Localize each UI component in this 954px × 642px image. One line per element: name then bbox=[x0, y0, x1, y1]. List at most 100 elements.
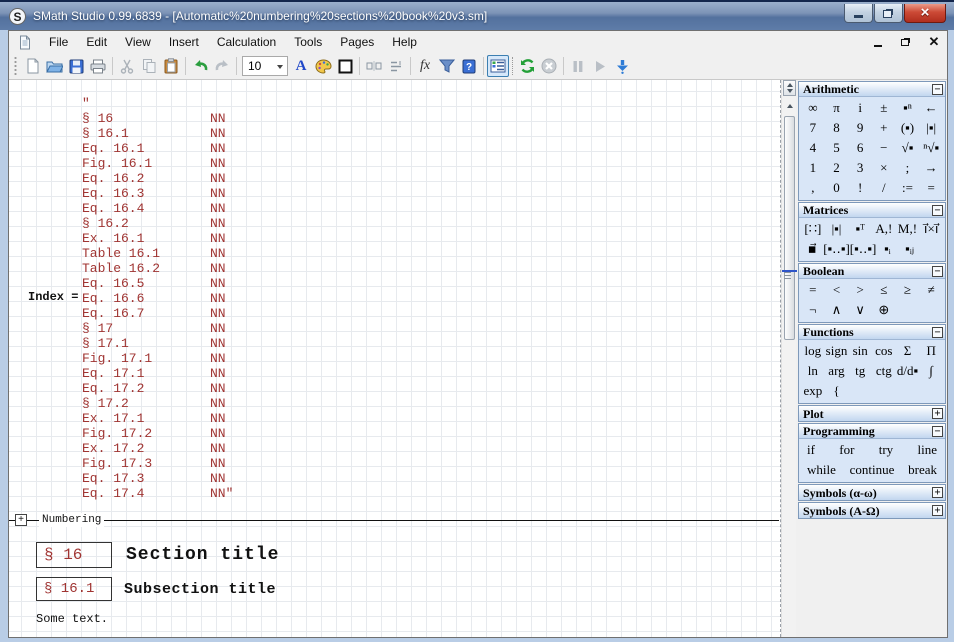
text-region-button[interactable] bbox=[363, 55, 385, 77]
palette-item-0[interactable]: 0 bbox=[825, 180, 849, 196]
expand-icon[interactable]: + bbox=[932, 505, 943, 516]
palette-item-break[interactable]: break bbox=[908, 462, 937, 478]
panel-header-symbols-a[interactable]: Symbols (A-Ω)+ bbox=[799, 503, 945, 518]
scrollbar-thumb[interactable] bbox=[784, 116, 795, 340]
menu-item-help[interactable]: Help bbox=[383, 32, 426, 52]
insert-function-button[interactable]: fx bbox=[414, 55, 436, 77]
palette-item-[interactable]: [▪‥▪] bbox=[850, 241, 877, 257]
font-size-combo[interactable]: 10 bbox=[242, 56, 288, 76]
palette-item-[interactable]: ⊕ bbox=[872, 302, 896, 318]
palette-item-[interactable]: Σ bbox=[896, 343, 920, 359]
scrollbar-split-handle[interactable] bbox=[783, 80, 796, 96]
menu-item-pages[interactable]: Pages bbox=[331, 32, 383, 52]
recalculate-button[interactable] bbox=[516, 55, 538, 77]
palette-item-[interactable]: π bbox=[825, 100, 849, 116]
panel-header-symbols[interactable]: Symbols (α-ω)+ bbox=[799, 485, 945, 500]
save-button[interactable] bbox=[65, 55, 87, 77]
palette-item-[interactable]: [▪‥▪] bbox=[823, 241, 850, 257]
palette-item-7[interactable]: 7 bbox=[801, 120, 825, 136]
menu-item-edit[interactable]: Edit bbox=[77, 32, 116, 52]
palette-item-4[interactable]: 4 bbox=[801, 140, 825, 156]
align-button[interactable] bbox=[385, 55, 407, 77]
play-button[interactable] bbox=[589, 55, 611, 77]
border-button[interactable] bbox=[334, 55, 356, 77]
panel-header-matrices[interactable]: Matrices− bbox=[799, 203, 945, 218]
palette-item-[interactable]: ▪ᵀ bbox=[848, 221, 872, 237]
show-panels-button[interactable] bbox=[487, 55, 509, 77]
print-button[interactable] bbox=[87, 55, 109, 77]
menu-item-view[interactable]: View bbox=[116, 32, 160, 52]
copy-button[interactable] bbox=[138, 55, 160, 77]
palette-item-m[interactable]: M,! bbox=[896, 221, 920, 237]
palette-item-[interactable]: ± bbox=[872, 100, 896, 116]
palette-item-[interactable]: |▪| bbox=[825, 221, 849, 237]
palette-item-[interactable]: × bbox=[872, 160, 896, 176]
palette-item-sign[interactable]: sign bbox=[825, 343, 849, 359]
palette-item-5[interactable]: 5 bbox=[825, 140, 849, 156]
palette-item-[interactable]: ¬ bbox=[801, 302, 825, 318]
palette-item-[interactable]: ı⃗×ı⃗ bbox=[919, 221, 943, 237]
palette-item-[interactable]: < bbox=[825, 282, 849, 298]
panel-header-functions[interactable]: Functions− bbox=[799, 325, 945, 340]
subsection-number-box[interactable]: § 16.1 bbox=[36, 577, 112, 601]
pause-button[interactable] bbox=[567, 55, 589, 77]
palette-item-log[interactable]: log bbox=[801, 343, 825, 359]
index-string-region[interactable]: "§ 16NN§ 16.1NNEq. 16.1NNFig. 16.1NNEq. … bbox=[82, 96, 233, 501]
palette-item-[interactable]: , bbox=[801, 180, 825, 196]
palette-item-[interactable]: ▪ⁿ bbox=[896, 100, 920, 116]
step-button[interactable] bbox=[611, 55, 633, 77]
toolbar-grip[interactable] bbox=[13, 57, 18, 75]
palette-item-[interactable]: ∞ bbox=[801, 100, 825, 116]
palette-item-for[interactable]: for bbox=[839, 442, 854, 458]
palette-item-d-d[interactable]: d/d▪ bbox=[896, 363, 920, 379]
palette-item-try[interactable]: try bbox=[879, 442, 893, 458]
palette-item-[interactable]: Π bbox=[919, 343, 943, 359]
palette-item-[interactable]: ∨ bbox=[848, 302, 872, 318]
palette-item-[interactable]: ! bbox=[848, 180, 872, 196]
vertical-scrollbar[interactable] bbox=[781, 80, 796, 637]
titlebar[interactable]: S SMath Studio 0.99.6839 - [Automatic%20… bbox=[0, 0, 954, 30]
palette-item-ln[interactable]: ln bbox=[801, 363, 825, 379]
palette-item-cos[interactable]: cos bbox=[872, 343, 896, 359]
expand-icon[interactable]: + bbox=[932, 408, 943, 419]
collapse-icon[interactable]: − bbox=[932, 327, 943, 338]
paste-button[interactable] bbox=[160, 55, 182, 77]
palette-item-[interactable]: ∫ bbox=[919, 363, 943, 379]
worksheet-canvas[interactable]: Index = "§ 16NN§ 16.1NNEq. 16.1NNFig. 16… bbox=[9, 80, 781, 637]
palette-item-line[interactable]: line bbox=[917, 442, 937, 458]
palette-item-[interactable]: = bbox=[801, 282, 825, 298]
palette-item-[interactable]: ▪ᵢ bbox=[876, 241, 898, 257]
scroll-up-button[interactable] bbox=[784, 100, 795, 112]
panel-header-plot[interactable]: Plot+ bbox=[799, 406, 945, 421]
palette-item-[interactable]: ⁿ√▪ bbox=[919, 140, 943, 156]
palette-item-[interactable]: { bbox=[825, 383, 849, 399]
palette-item-exp[interactable]: exp bbox=[801, 383, 825, 399]
palette-item-a[interactable]: A,! bbox=[872, 221, 896, 237]
palette-item-arg[interactable]: arg bbox=[825, 363, 849, 379]
palette-item-[interactable]: |▪| bbox=[919, 120, 943, 136]
expand-icon[interactable]: + bbox=[932, 487, 943, 498]
menu-item-insert[interactable]: Insert bbox=[160, 32, 208, 52]
palette-item-1[interactable]: 1 bbox=[801, 160, 825, 176]
collapse-icon[interactable]: − bbox=[932, 84, 943, 95]
palette-item-ctg[interactable]: ctg bbox=[872, 363, 896, 379]
filter-button[interactable] bbox=[436, 55, 458, 77]
palette-item-[interactable]: / bbox=[872, 180, 896, 196]
palette-item-[interactable]: ≠ bbox=[919, 282, 943, 298]
palette-item-[interactable]: ≥ bbox=[896, 282, 920, 298]
palette-item-[interactable]: = bbox=[919, 180, 943, 196]
palette-item-sin[interactable]: sin bbox=[848, 343, 872, 359]
palette-item-[interactable]: (▪) bbox=[896, 120, 920, 136]
palette-item-[interactable]: ▪ᵢⱼ bbox=[899, 241, 921, 257]
numbering-region-expand-button[interactable]: + bbox=[15, 514, 27, 526]
collapse-icon[interactable]: − bbox=[932, 205, 943, 216]
palette-item-[interactable]: > bbox=[848, 282, 872, 298]
menu-item-file[interactable]: File bbox=[40, 32, 77, 52]
palette-item-[interactable]: → bbox=[919, 160, 943, 176]
palette-item-[interactable]: − bbox=[872, 140, 896, 156]
palette-item-2[interactable]: 2 bbox=[825, 160, 849, 176]
undo-button[interactable] bbox=[189, 55, 211, 77]
palette-item-[interactable]: + bbox=[872, 120, 896, 136]
palette-item-if[interactable]: if bbox=[807, 442, 815, 458]
open-button[interactable] bbox=[43, 55, 65, 77]
